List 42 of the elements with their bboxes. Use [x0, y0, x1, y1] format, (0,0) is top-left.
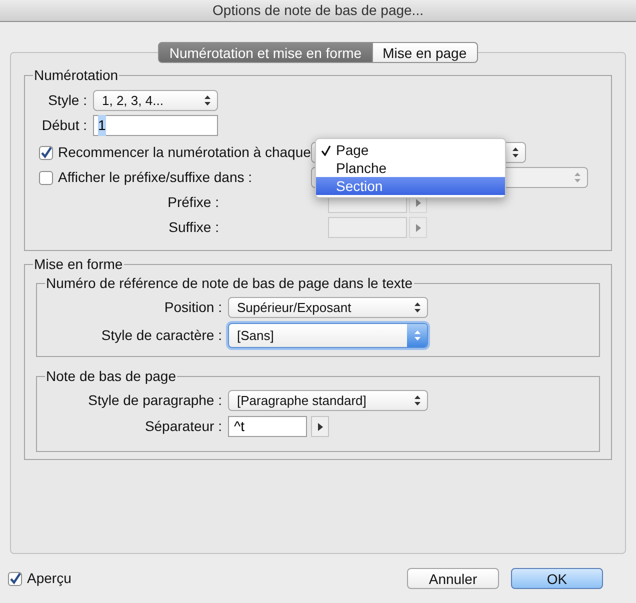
style-select[interactable]: 1, 2, 3, 4... — [93, 90, 218, 111]
stepper-icon — [414, 302, 420, 313]
checkbox[interactable] — [39, 146, 53, 160]
checkbox[interactable] — [39, 170, 53, 184]
arrow-right-icon — [318, 422, 322, 430]
field-label: Séparateur : — [144, 417, 223, 436]
stepper-icon — [204, 95, 210, 106]
position-select[interactable]: Supérieur/Exposant — [228, 297, 428, 318]
start-field[interactable]: 1 — [93, 115, 218, 136]
stepper-icon — [512, 147, 518, 158]
check-icon — [40, 146, 52, 158]
stepper-icon — [574, 172, 580, 183]
stepper-icon — [414, 395, 420, 406]
arrow-right-icon — [416, 198, 420, 206]
stepper-icon — [414, 330, 420, 341]
menu-item[interactable]: Planche — [316, 159, 505, 177]
arrow-right-icon — [416, 224, 420, 232]
tab[interactable]: Mise en page — [372, 42, 478, 63]
window-title: Options de note de bas de page... — [212, 1, 424, 20]
field-label: Style de caractère : — [100, 326, 223, 345]
cancel-button[interactable]: Annuler — [407, 568, 499, 589]
ok-button[interactable]: OK — [511, 568, 603, 589]
character-style-select[interactable]: [Sans] — [228, 323, 428, 348]
checkbox-label: Recommencer la numérotation à chaque — [58, 143, 311, 162]
field-label: Préfixe : — [166, 193, 220, 212]
menu-item[interactable]: Page — [316, 141, 505, 159]
paragraph-style-select[interactable]: [Paragraphe standard] — [228, 390, 428, 411]
arrow-button[interactable] — [311, 416, 329, 437]
menu-item[interactable]: Section — [316, 177, 505, 195]
tab[interactable]: Numérotation et mise en forme — [158, 42, 373, 63]
field-label: Style de paragraphe : — [87, 391, 223, 410]
checkmark-icon — [321, 144, 331, 156]
field-label: Position : — [163, 298, 223, 317]
checkbox-label: Afficher le préfixe/suffixe dans : — [58, 168, 252, 187]
checkbox[interactable] — [8, 572, 22, 586]
field-label: Début : — [40, 116, 88, 135]
check-icon — [9, 572, 21, 584]
separator-field[interactable]: ^t — [228, 416, 307, 437]
field-label: Suffixe : — [168, 218, 220, 237]
field-label: Style : — [47, 91, 88, 110]
checkbox-label: Aperçu — [27, 569, 72, 588]
affix-field[interactable] — [328, 217, 407, 238]
